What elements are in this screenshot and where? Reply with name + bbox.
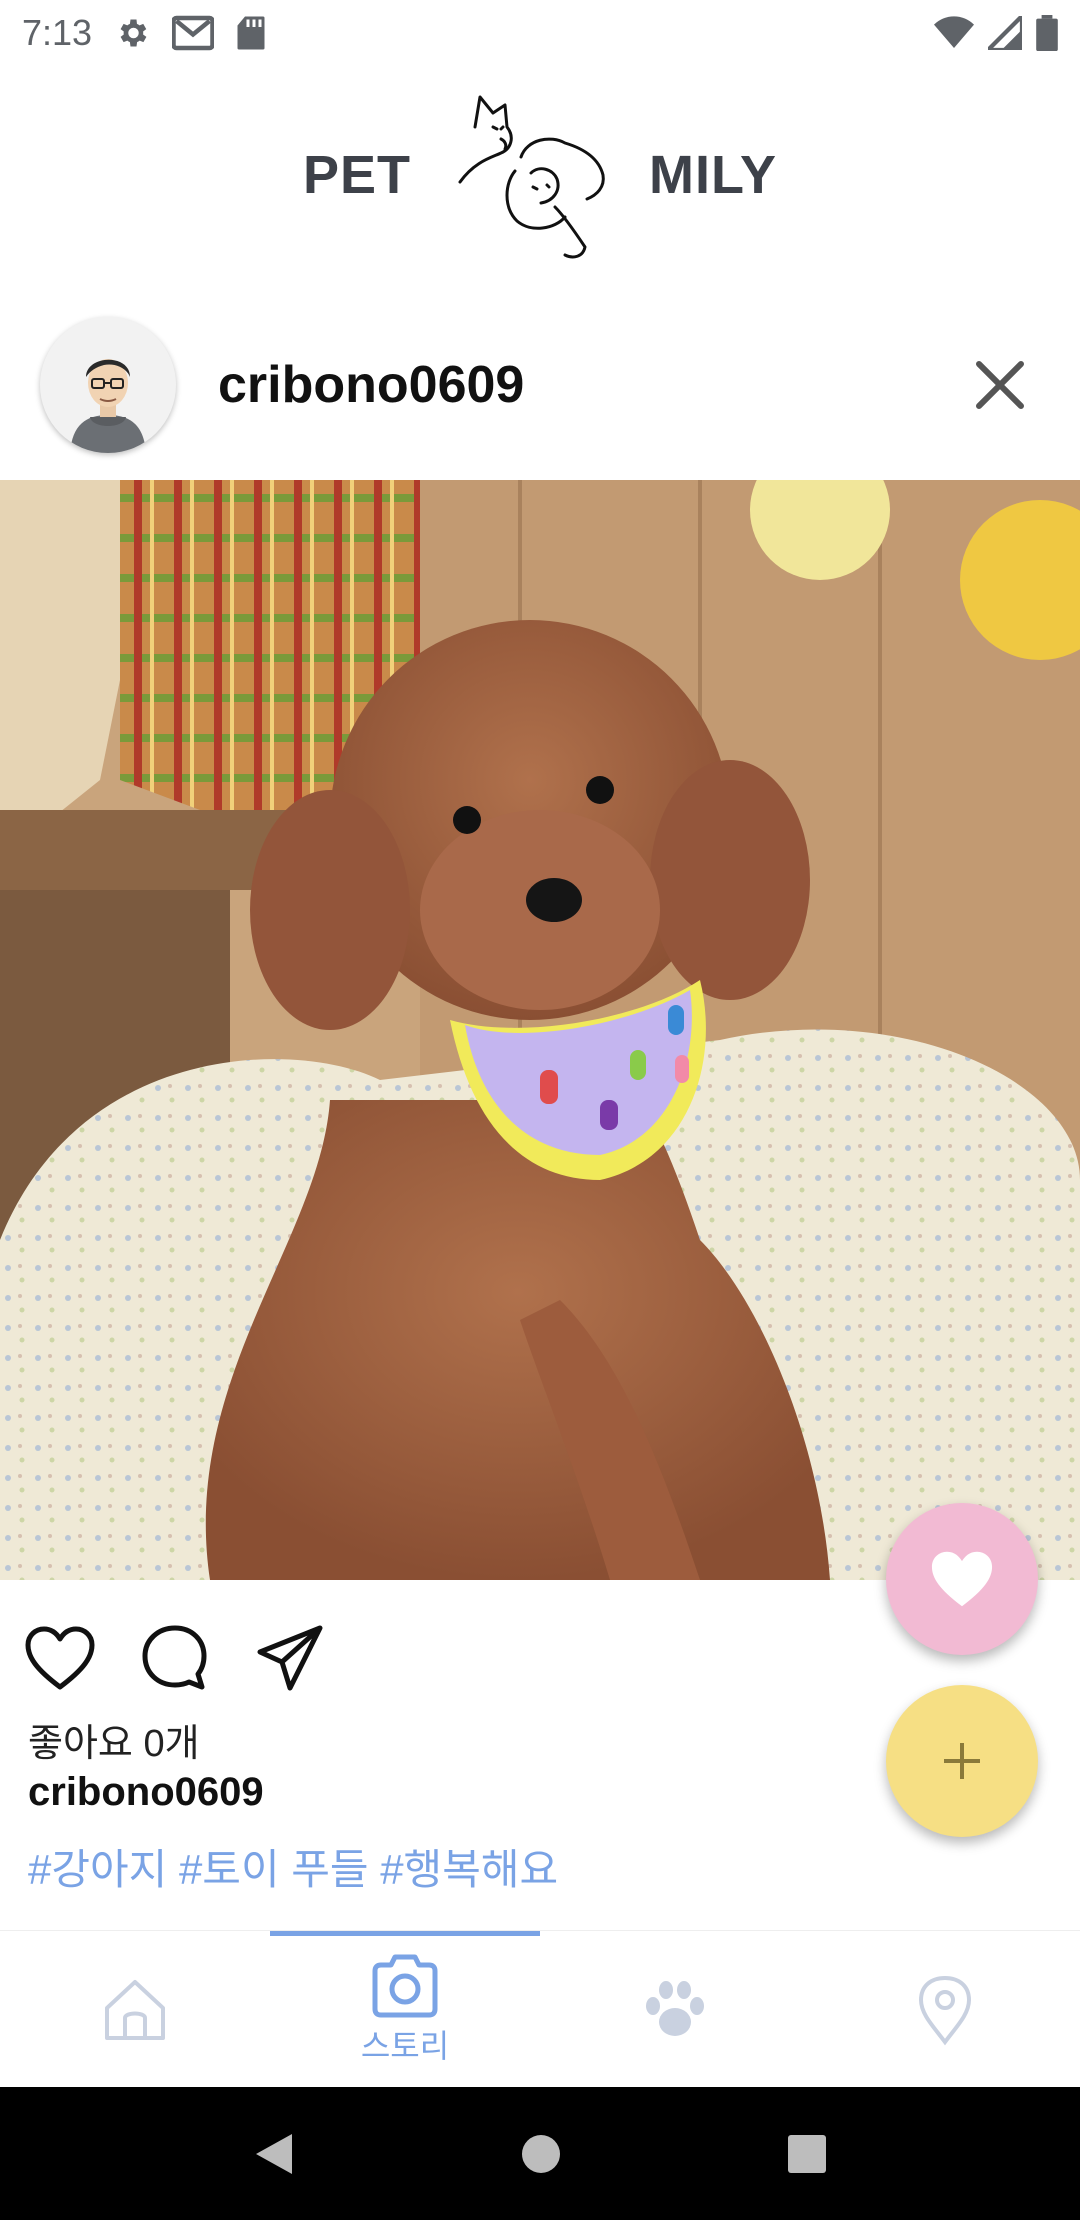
paw-icon: [646, 1980, 704, 2036]
status-bar: 7:13: [0, 0, 1080, 66]
battery-icon: [1036, 15, 1058, 51]
like-fab-button[interactable]: [886, 1503, 1038, 1655]
status-time: 7:13: [22, 12, 93, 53]
avatar[interactable]: [40, 317, 176, 453]
share-send-icon[interactable]: [254, 1622, 326, 1694]
nav-home[interactable]: [0, 1931, 270, 2088]
wifi-icon: [934, 16, 974, 50]
post-photo[interactable]: [0, 480, 1080, 1580]
like-heart-icon[interactable]: [24, 1625, 96, 1691]
location-pin-icon: [918, 1975, 972, 2045]
bottom-navigation: 스토리: [0, 1930, 1080, 2088]
nav-story-label: 스토리: [360, 2027, 450, 2064]
recents-icon[interactable]: [786, 2133, 828, 2175]
close-icon: [976, 361, 1024, 409]
settings-icon: [114, 15, 150, 51]
sd-card-icon: [236, 15, 266, 51]
home-icon: [105, 1979, 165, 2040]
gmail-icon: [172, 15, 215, 51]
back-icon[interactable]: [252, 2130, 296, 2178]
hashtags[interactable]: #강아지 #토이 푸들 #행복해요: [28, 1836, 558, 1897]
plus-icon: [944, 1743, 980, 1779]
caption-username[interactable]: cribono0609: [28, 1770, 264, 1815]
heart-icon: [931, 1551, 993, 1607]
app-logo: PET MILY: [0, 80, 1080, 270]
logo-text-right: MILY: [649, 145, 778, 205]
cat-dog-logo-icon: [435, 87, 625, 263]
post-header: cribono0609: [0, 310, 1080, 460]
nav-story[interactable]: 스토리: [270, 1931, 540, 2088]
post-actions: [24, 1618, 326, 1698]
likes-count: 좋아요 0개: [28, 1723, 200, 1765]
logo-text-left: PET: [302, 145, 411, 205]
post-username[interactable]: cribono0609: [218, 355, 524, 415]
nav-pets[interactable]: [540, 1931, 810, 2088]
home-circle-icon[interactable]: [520, 2133, 562, 2175]
system-nav-bar: [0, 2087, 1080, 2220]
camera-icon: [372, 1954, 438, 2017]
add-post-fab-button[interactable]: [886, 1685, 1038, 1837]
close-button[interactable]: [960, 345, 1040, 425]
nav-location[interactable]: [810, 1931, 1080, 2088]
comment-bubble-icon[interactable]: [140, 1623, 210, 1693]
signal-icon: [988, 16, 1022, 50]
